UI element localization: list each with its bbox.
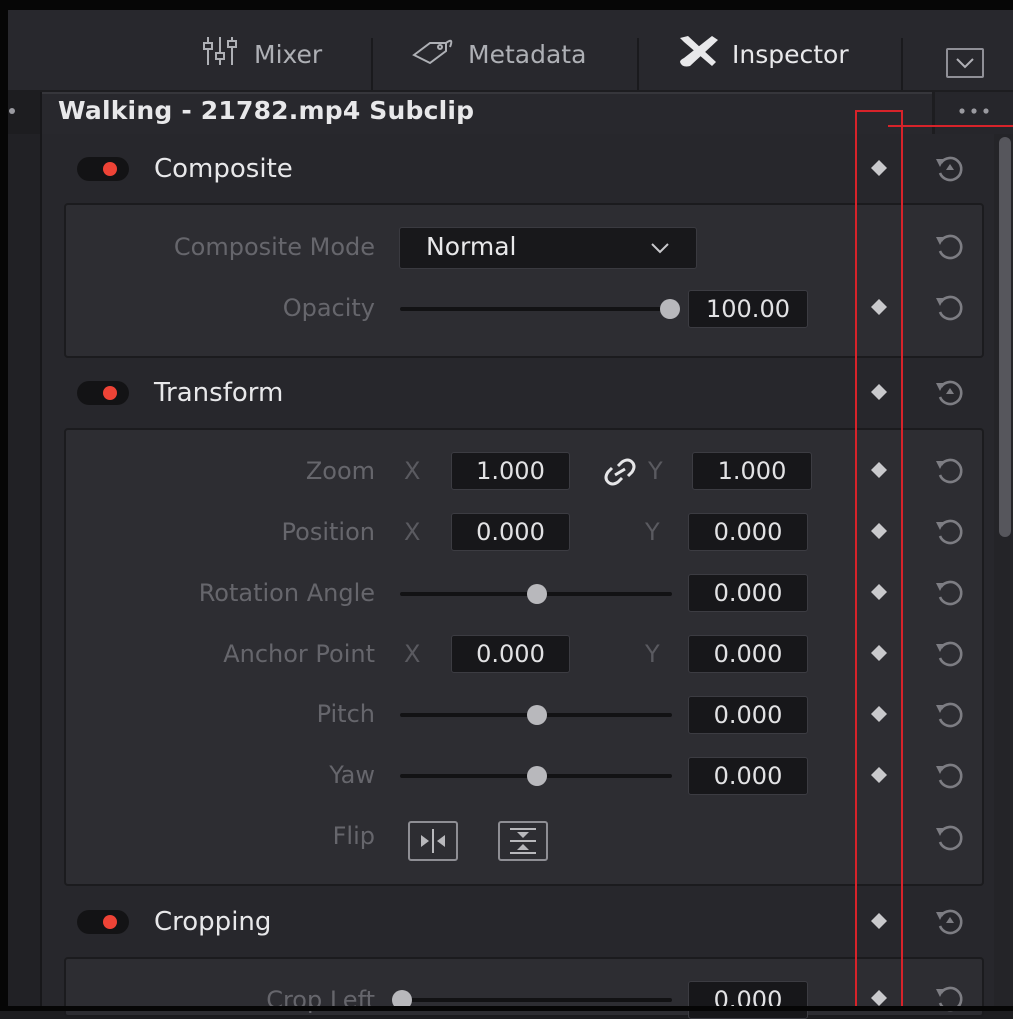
reset-icon[interactable]: [932, 636, 968, 672]
tab-metadata-label: Metadata: [468, 39, 587, 69]
opacity-label: Opacity: [282, 294, 375, 322]
panel-divider: [40, 92, 42, 1006]
tab-mixer-label: Mixer: [254, 39, 323, 69]
keyframe-diamond-icon[interactable]: [869, 158, 889, 178]
reset-icon[interactable]: [932, 514, 968, 550]
window-frame-top: [0, 0, 1013, 10]
link-icon[interactable]: [604, 458, 636, 486]
anchor-x-axis-label: X: [404, 640, 421, 668]
zoom-label: Zoom: [305, 457, 375, 485]
zoom-x-input[interactable]: 1.000: [451, 452, 570, 490]
keyframe-diamond-icon[interactable]: [869, 911, 889, 931]
yaw-input[interactable]: 0.000: [688, 757, 808, 795]
flip-horizontal-button[interactable]: [408, 821, 458, 861]
pitch-label: Pitch: [316, 700, 375, 728]
rotation-angle-input[interactable]: 0.000: [688, 574, 808, 612]
reset-icon[interactable]: [932, 229, 968, 265]
tab-divider: [901, 38, 903, 90]
collapse-panel-button[interactable]: [946, 48, 984, 78]
anchor-point-x-input[interactable]: 0.000: [451, 635, 570, 673]
reset-icon[interactable]: [932, 375, 968, 411]
reset-icon[interactable]: [932, 758, 968, 794]
cropping-section-title[interactable]: Cropping: [154, 907, 271, 937]
keyframe-diamond-icon[interactable]: [869, 765, 889, 785]
rotation-angle-label: Rotation Angle: [198, 579, 375, 607]
flip-horizontal-icon: [421, 829, 445, 853]
window-frame-bottom: [0, 1006, 1013, 1011]
tab-inspector[interactable]: Inspector: [676, 36, 849, 70]
flip-vertical-icon: [510, 828, 536, 854]
keyframe-diamond-icon[interactable]: [869, 460, 889, 480]
anchor-point-y-input[interactable]: 0.000: [688, 635, 808, 673]
metadata-icon: [410, 35, 456, 73]
chevron-down-icon: [651, 243, 669, 254]
reset-icon[interactable]: [932, 697, 968, 733]
zoom-y-input[interactable]: 1.000: [692, 452, 812, 490]
tab-divider: [371, 38, 373, 90]
chevron-down-icon: [956, 58, 974, 69]
reset-icon[interactable]: [932, 290, 968, 326]
panel-tab-bar: Mixer Metadata Inspector: [8, 10, 1013, 90]
flip-vertical-button[interactable]: [498, 821, 548, 861]
opacity-slider-handle[interactable]: [660, 299, 680, 319]
reset-icon[interactable]: [932, 575, 968, 611]
tab-metadata[interactable]: Metadata: [410, 38, 586, 70]
tab-mixer[interactable]: Mixer: [202, 35, 323, 73]
left-panel-edge: [8, 134, 42, 1006]
keyframe-diamond-icon[interactable]: [869, 988, 889, 1008]
highlight-line: [888, 125, 1013, 127]
reset-icon[interactable]: [932, 820, 968, 856]
clip-title: Walking - 21782.mp4 Subclip: [58, 96, 475, 125]
scrollbar-thumb[interactable]: [999, 137, 1011, 537]
transform-section-title[interactable]: Transform: [154, 378, 283, 408]
rotation-angle-slider-handle[interactable]: [527, 584, 547, 604]
keyframe-diamond-icon[interactable]: [869, 582, 889, 602]
composite-mode-value: Normal: [426, 232, 517, 261]
transform-enable-toggle[interactable]: [77, 381, 129, 405]
anchor-point-label: Anchor Point: [223, 640, 375, 668]
crop-left-input[interactable]: 0.000: [688, 981, 808, 1019]
options-menu-button[interactable]: [935, 92, 1013, 134]
reset-icon[interactable]: [932, 904, 968, 940]
window-frame-left: [0, 0, 8, 1011]
keyframe-diamond-icon[interactable]: [869, 521, 889, 541]
opacity-input[interactable]: 100.00: [688, 290, 808, 328]
position-x-input[interactable]: 0.000: [451, 513, 570, 551]
flip-label: Flip: [332, 822, 375, 850]
position-label: Position: [281, 518, 375, 546]
tab-divider: [637, 38, 639, 90]
pitch-input[interactable]: 0.000: [688, 696, 808, 734]
reset-icon[interactable]: [932, 981, 968, 1017]
keyframe-diamond-icon[interactable]: [869, 382, 889, 402]
zoom-x-axis-label: X: [404, 457, 421, 485]
position-y-axis-label: Y: [645, 518, 660, 546]
pitch-slider-handle[interactable]: [527, 705, 547, 725]
tab-inspector-label: Inspector: [732, 39, 849, 69]
reset-icon[interactable]: [932, 151, 968, 187]
position-x-axis-label: X: [404, 518, 421, 546]
composite-enable-toggle[interactable]: [77, 157, 129, 181]
cropping-enable-toggle[interactable]: [77, 910, 129, 934]
yaw-label: Yaw: [329, 761, 375, 789]
reset-icon[interactable]: [932, 453, 968, 489]
yaw-slider-handle[interactable]: [527, 766, 547, 786]
zoom-y-axis-label: Y: [648, 457, 663, 485]
keyframe-diamond-icon[interactable]: [869, 643, 889, 663]
composite-section-title[interactable]: Composite: [154, 154, 293, 184]
keyframe-diamond-icon[interactable]: [869, 297, 889, 317]
composite-mode-label: Composite Mode: [173, 233, 375, 261]
anchor-y-axis-label: Y: [645, 640, 660, 668]
crop-left-slider[interactable]: [400, 998, 672, 1002]
position-y-input[interactable]: 0.000: [688, 513, 808, 551]
left-panel-handle[interactable]: [9, 108, 15, 114]
more-options-icon: [959, 108, 989, 114]
inspector-icon: [676, 34, 720, 74]
opacity-slider[interactable]: [400, 307, 670, 311]
mixer-icon: [202, 35, 242, 73]
keyframe-diamond-icon[interactable]: [869, 704, 889, 724]
